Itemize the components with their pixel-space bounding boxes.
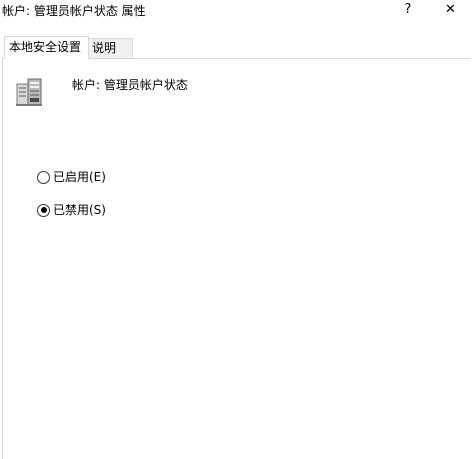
tab-explain[interactable]: 说明	[89, 38, 133, 58]
tab-local-security-setting[interactable]: 本地安全设置	[4, 36, 89, 59]
window-title: 帐户: 管理员帐户状态 属性	[2, 4, 146, 18]
close-button[interactable]: ✕	[428, 0, 473, 22]
radio-enabled[interactable]: 已启用(E)	[37, 168, 106, 186]
server-policy-icon	[16, 78, 42, 106]
properties-dialog: 帐户: 管理员帐户状态 属性 ? ✕ 本地安全设置 说明 帐户: 管理员帐户状态…	[0, 0, 473, 459]
policy-name: 帐户: 管理员帐户状态	[72, 78, 188, 92]
radio-disabled-label[interactable]: 已禁用(S)	[53, 202, 106, 218]
radio-disabled-circle[interactable]	[37, 203, 50, 217]
radio-enabled-circle[interactable]	[37, 170, 50, 184]
tab-panel	[2, 58, 471, 459]
radio-disabled[interactable]: 已禁用(S)	[37, 201, 106, 219]
title-bar: 帐户: 管理员帐户状态 属性 ? ✕	[0, 0, 473, 24]
tab-strip: 本地安全设置 说明	[0, 36, 473, 59]
help-button[interactable]: ?	[393, 0, 423, 22]
radio-enabled-label[interactable]: 已启用(E)	[53, 169, 106, 185]
